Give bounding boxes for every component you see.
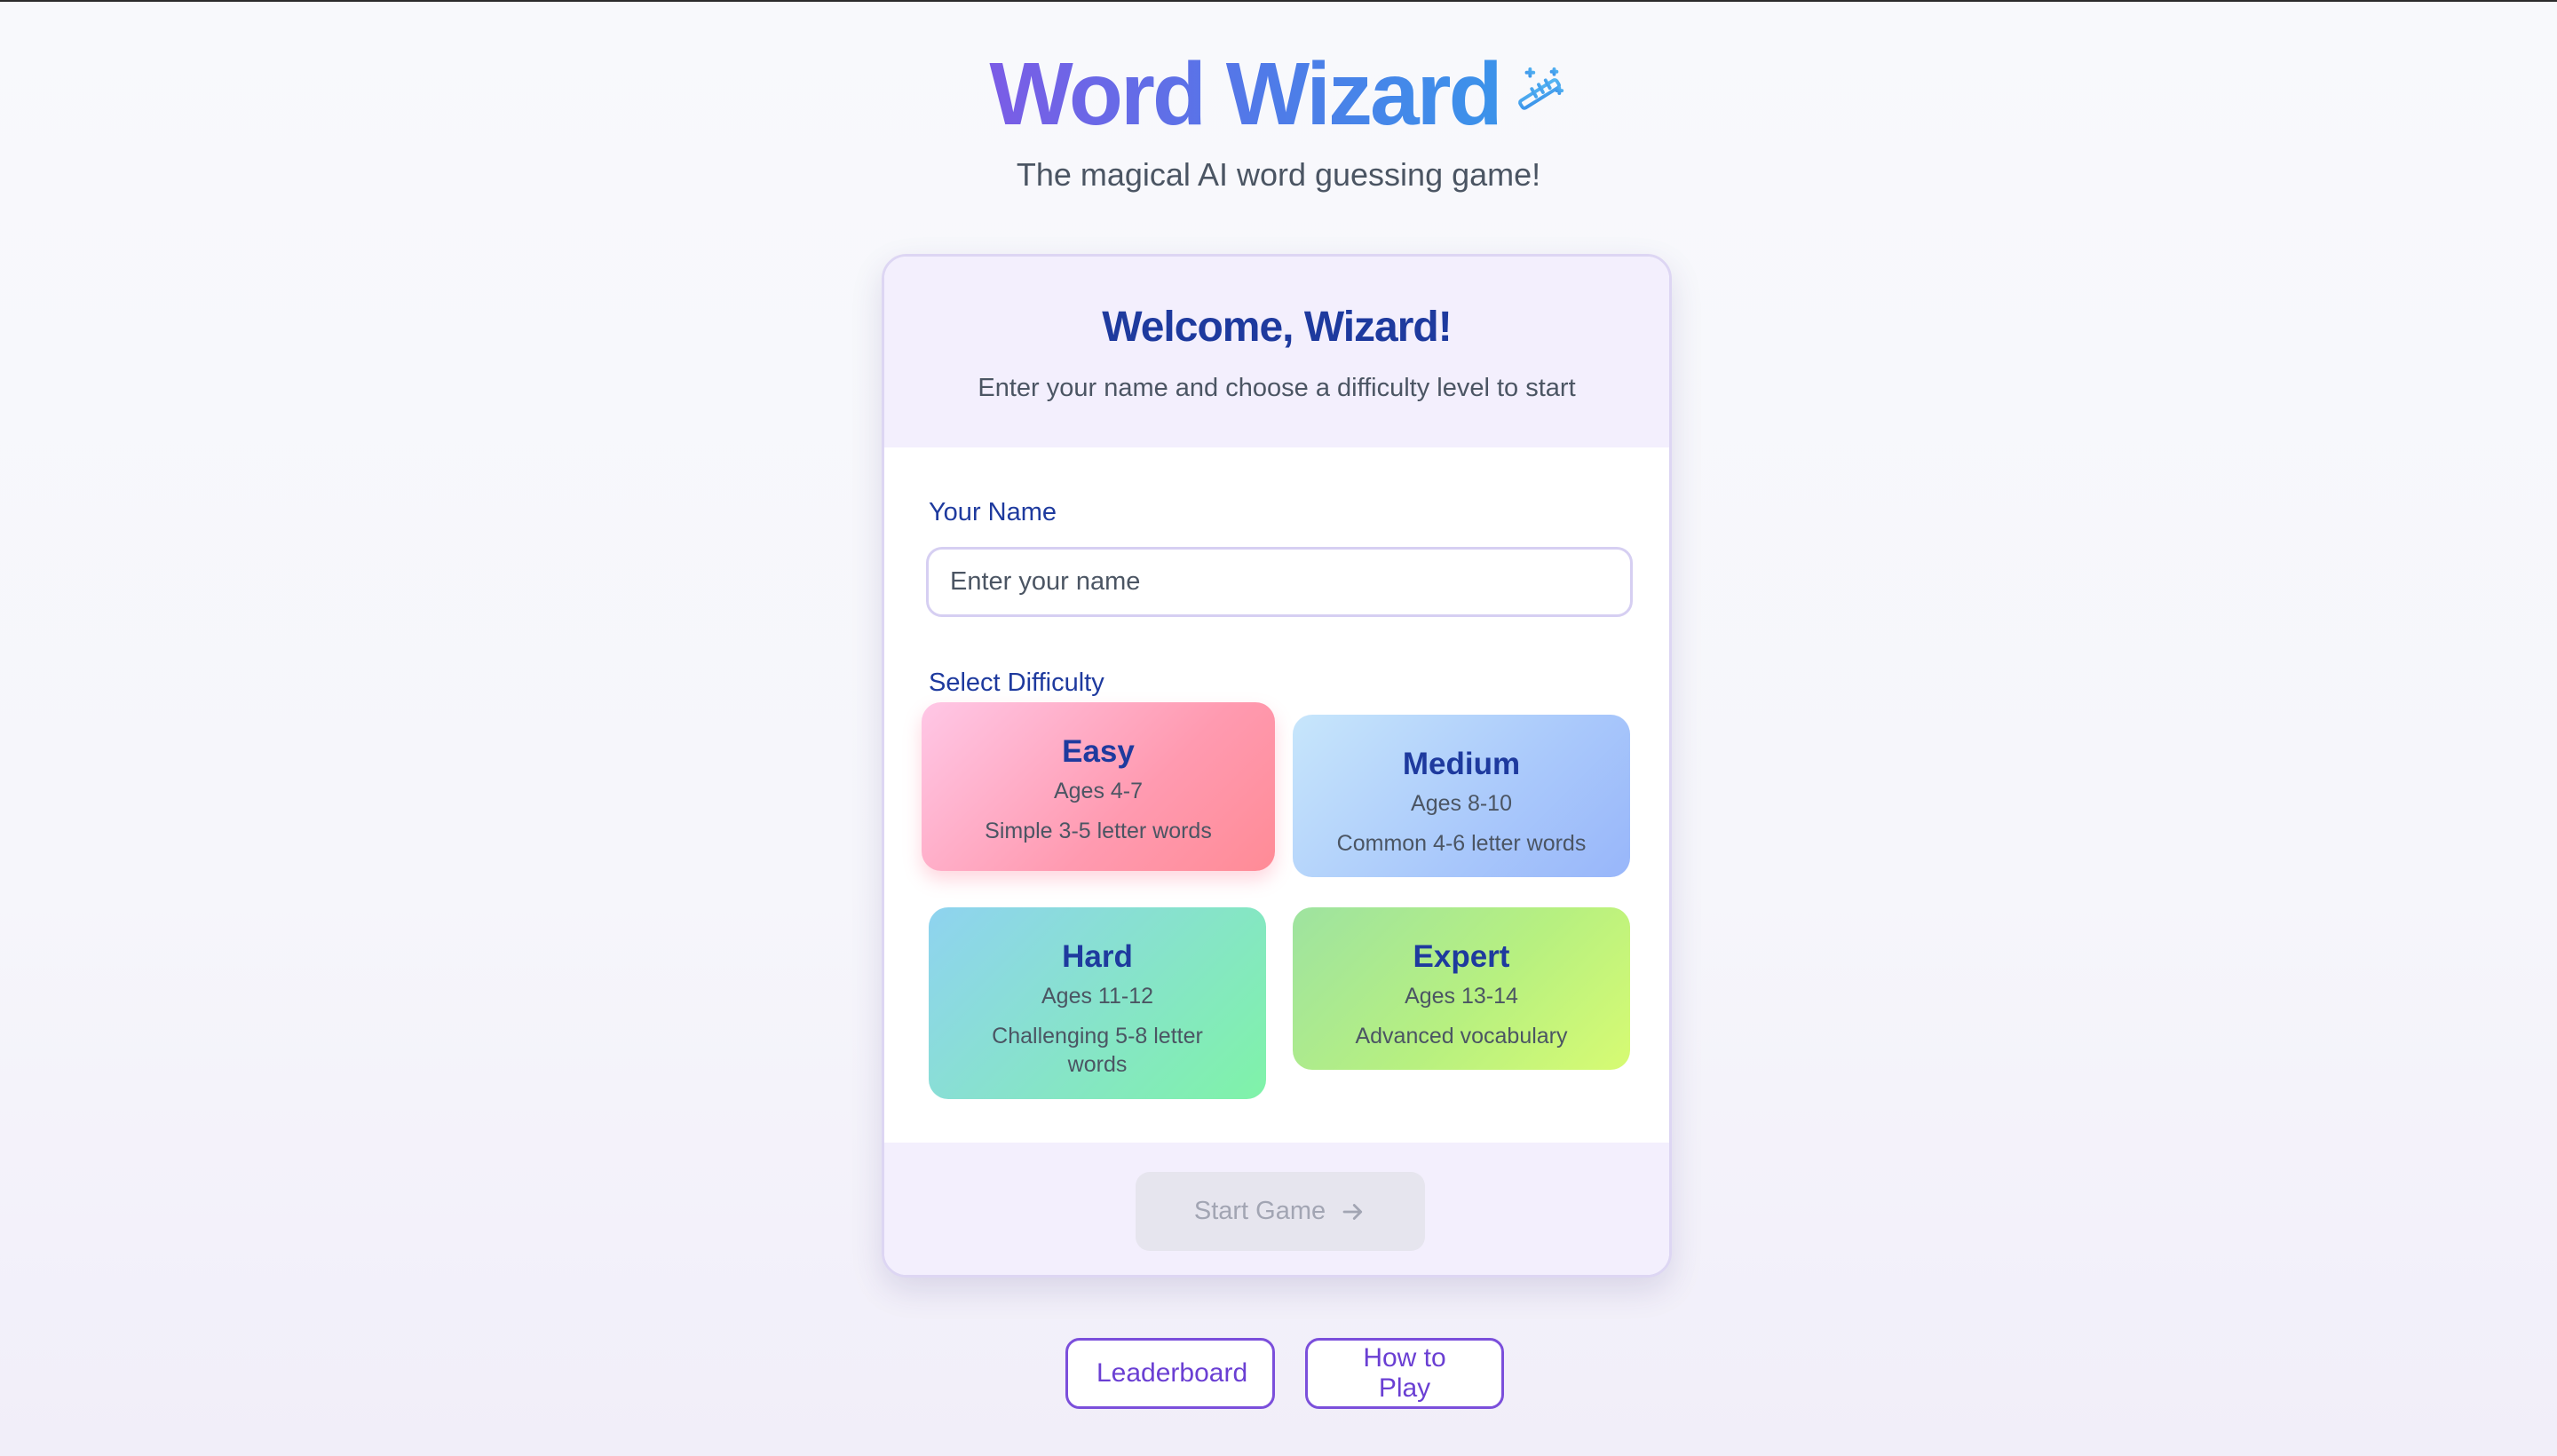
difficulty-description: Advanced vocabulary — [1355, 1024, 1568, 1048]
card-title: Welcome, Wizard! — [1102, 304, 1452, 351]
app-subtitle: The magical AI word guessing game! — [1016, 156, 1541, 193]
difficulty-name: Easy — [1062, 734, 1135, 769]
arrow-right-icon — [1342, 1203, 1363, 1220]
start-game-button[interactable]: Start Game — [1136, 1172, 1425, 1251]
card-footer: Start Game — [884, 1143, 1669, 1275]
start-game-label: Start Game — [1193, 1197, 1326, 1225]
welcome-card: Welcome, Wizard! Enter your name and cho… — [882, 254, 1672, 1278]
difficulty-description: Simple 3-5 letter words — [985, 819, 1212, 843]
how-to-play-button[interactable]: How to Play — [1305, 1338, 1504, 1409]
leaderboard-button[interactable]: Leaderboard — [1065, 1338, 1275, 1409]
difficulty-label: Select Difficulty — [929, 669, 1104, 697]
difficulty-ages: Ages 4-7 — [1053, 779, 1144, 803]
top-border — [0, 0, 2557, 2]
difficulty-name: Hard — [1062, 939, 1133, 974]
name-label: Your Name — [929, 498, 1057, 526]
difficulty-medium-button[interactable]: Medium Ages 8-10 Common 4-6 letter words — [1293, 715, 1630, 877]
difficulty-ages: Ages 13-14 — [1405, 984, 1518, 1009]
magic-wand-icon — [1517, 67, 1563, 110]
app-title: Word Wizard — [989, 41, 1502, 147]
difficulty-description: Challenging 5-8 letter words — [992, 1024, 1203, 1077]
difficulty-ages: Ages 8-10 — [1411, 791, 1512, 816]
hero-header: Word Wizard The magical AI word guessing… — [0, 41, 2557, 194]
card-subtitle: Enter your name and choose a difficulty … — [978, 374, 1576, 402]
name-input[interactable] — [926, 547, 1633, 617]
difficulty-expert-button[interactable]: Expert Ages 13-14 Advanced vocabulary — [1293, 907, 1630, 1070]
difficulty-ages: Ages 11-12 — [1041, 984, 1153, 1009]
card-header: Welcome, Wizard! Enter your name and cho… — [884, 257, 1669, 447]
difficulty-description: Common 4-6 letter words — [1336, 831, 1587, 856]
title-row: Word Wizard — [989, 41, 1567, 147]
difficulty-name: Medium — [1402, 747, 1521, 781]
difficulty-easy-button[interactable]: Easy Ages 4-7 Simple 3-5 letter words — [922, 702, 1275, 871]
footer-links: Leaderboard How to Play — [0, 1338, 2557, 1409]
difficulty-hard-button[interactable]: Hard Ages 11-12 Challenging 5-8 letter w… — [929, 907, 1266, 1099]
difficulty-name: Expert — [1413, 939, 1510, 974]
